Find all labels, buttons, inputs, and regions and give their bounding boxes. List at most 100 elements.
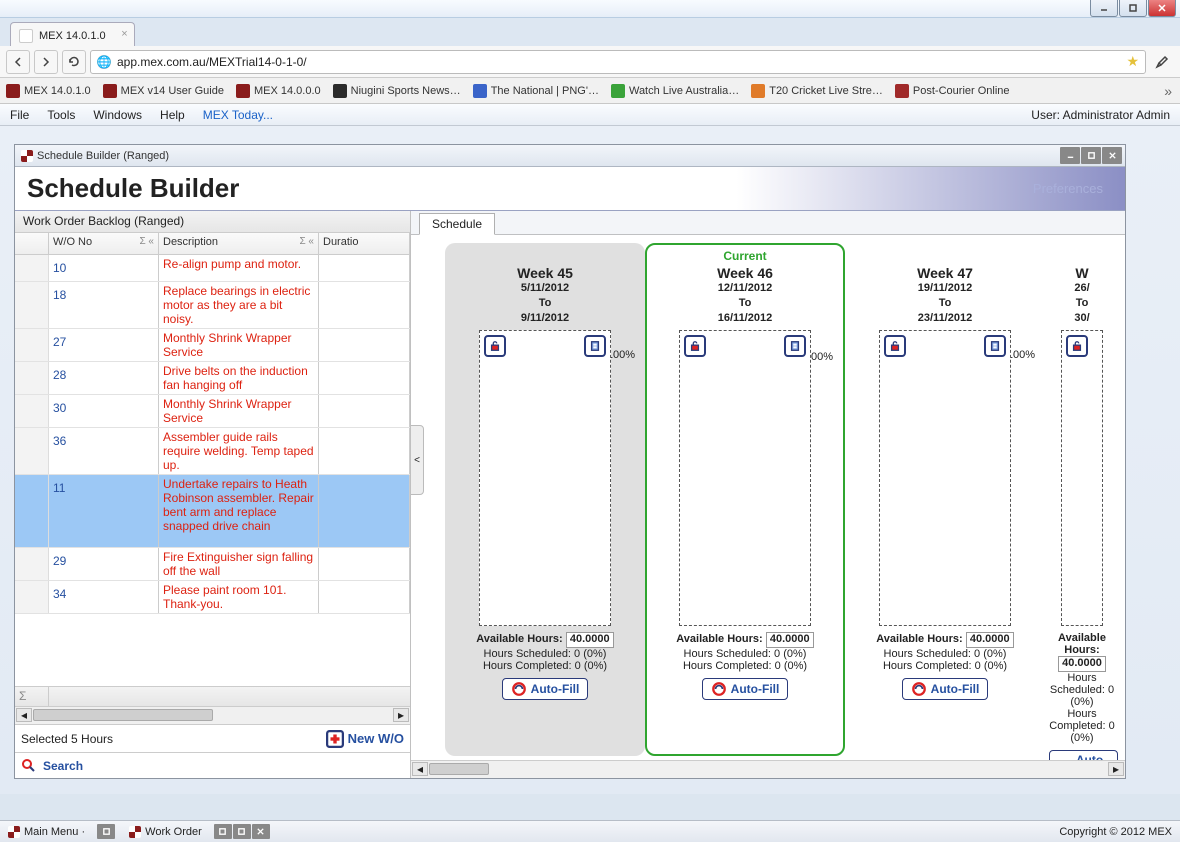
scroll-thumb[interactable]	[429, 763, 489, 775]
table-row[interactable]: 27Monthly Shrink Wrapper Service	[15, 329, 410, 362]
menu-mex-today[interactable]: MEX Today...	[203, 108, 273, 122]
bookmark-favicon	[103, 84, 117, 98]
table-row[interactable]: 11Undertake repairs to Heath Robinson as…	[15, 475, 410, 548]
column-header-gutter[interactable]	[15, 233, 49, 254]
os-minimize-button[interactable]	[1090, 0, 1118, 17]
menu-tools[interactable]: Tools	[47, 108, 75, 122]
unlock-icon[interactable]	[484, 335, 506, 357]
bookmark-star-icon[interactable]: ★	[1126, 53, 1139, 70]
column-header-description[interactable]: DescriptionΣ «	[159, 233, 319, 254]
back-button[interactable]	[6, 50, 30, 74]
bookmark-item[interactable]: Niugini Sports News…	[333, 84, 461, 98]
taskbar-item-main-menu[interactable]: Main Menu ·	[8, 824, 115, 839]
table-row[interactable]: 18Replace bearings in electric motor as …	[15, 282, 410, 329]
scroll-right-arrow[interactable]: ▸	[1108, 762, 1124, 776]
week-drop-area[interactable]	[479, 330, 611, 626]
hours-completed-label: Hours Completed: 0 (0%)	[651, 660, 839, 672]
os-close-button[interactable]	[1148, 0, 1176, 17]
bookmarks-overflow-icon[interactable]: »	[1164, 83, 1172, 99]
auto-fill-button[interactable]: Auto-Fill	[702, 678, 789, 700]
menu-windows[interactable]: Windows	[93, 108, 142, 122]
auto-fill-button[interactable]: Auto-Fill	[1049, 750, 1118, 760]
column-header-wo-no[interactable]: W/O NoΣ «	[49, 233, 159, 254]
unlock-icon[interactable]	[1066, 335, 1088, 357]
subwindow-maximize-button[interactable]	[1081, 147, 1101, 164]
row-gutter	[15, 329, 49, 361]
table-row[interactable]: 28Drive belts on the induction fan hangi…	[15, 362, 410, 395]
new-wo-button[interactable]: New W/O	[326, 730, 404, 748]
bookmark-label: MEX 14.0.0.0	[254, 85, 321, 97]
table-row[interactable]: 30Monthly Shrink Wrapper Service	[15, 395, 410, 428]
scroll-thumb[interactable]	[33, 709, 213, 721]
reload-button[interactable]	[62, 50, 86, 74]
unlock-icon[interactable]	[884, 335, 906, 357]
notes-icon[interactable]	[584, 335, 606, 357]
subwindow-titlebar[interactable]: Schedule Builder (Ranged)	[15, 145, 1125, 167]
unlock-icon[interactable]	[684, 335, 706, 357]
taskbar-label: Work Order	[145, 826, 202, 838]
auto-fill-button[interactable]: Auto-Fill	[502, 678, 589, 700]
week-card[interactable]: Week 455/11/2012To9/11/2012100%Available…	[445, 243, 645, 756]
available-hours-input[interactable]: 40.0000	[566, 632, 614, 648]
week-card[interactable]: CurrentWeek 4612/11/2012To16/11/2012100%…	[645, 243, 845, 756]
available-hours-input[interactable]: 40.0000	[966, 632, 1014, 648]
menu-file[interactable]: File	[10, 108, 29, 122]
row-gutter	[15, 282, 49, 328]
table-row[interactable]: 10Re-align pump and motor.	[15, 255, 410, 282]
address-bar[interactable]: 🌐 app.mex.com.au/MEXTrial14-0-1-0/ ★	[90, 50, 1146, 74]
forward-button[interactable]	[34, 50, 58, 74]
bookmark-item[interactable]: T20 Cricket Live Stre…	[751, 84, 883, 98]
bookmark-item[interactable]: MEX v14 User Guide	[103, 84, 224, 98]
subwindow-minimize-button[interactable]	[1060, 147, 1080, 164]
page-header: Schedule Builder Preferences	[15, 167, 1125, 211]
week-drop-area[interactable]	[1061, 330, 1103, 626]
week-drop-area[interactable]	[879, 330, 1011, 626]
week-nav-prev[interactable]	[417, 243, 445, 756]
taskbar-restore-button[interactable]	[97, 824, 115, 839]
bookmark-item[interactable]: The National | PNG'…	[473, 84, 599, 98]
week-dates: 12/11/2012To16/11/2012	[651, 281, 839, 326]
os-maximize-button[interactable]	[1119, 0, 1147, 17]
available-hours-input[interactable]: 40.0000	[766, 632, 814, 648]
tab-close-icon[interactable]: ×	[121, 28, 127, 40]
table-row[interactable]: 29Fire Extinguisher sign falling off the…	[15, 548, 410, 581]
bookmark-item[interactable]: MEX 14.0.1.0	[6, 84, 91, 98]
bookmark-label: MEX 14.0.1.0	[24, 85, 91, 97]
scroll-right-arrow[interactable]: ▸	[393, 708, 409, 722]
preferences-link[interactable]: Preferences	[1033, 181, 1103, 196]
week-card[interactable]: W26/To30/Available Hours: 40.0000Hours S…	[1045, 243, 1119, 756]
table-row[interactable]: 34Please paint room 101. Thank-you.	[15, 581, 410, 614]
table-row[interactable]: 36Assembler guide rails require welding.…	[15, 428, 410, 475]
bookmark-item[interactable]: Post-Courier Online	[895, 84, 1010, 98]
taskbar-item-work-order[interactable]: Work Order	[129, 824, 270, 839]
wo-number-cell: 36	[49, 428, 159, 474]
schedule-horizontal-scrollbar[interactable]: ◂ ▸	[411, 760, 1125, 778]
settings-wrench-icon[interactable]	[1150, 50, 1174, 74]
panel-collapse-handle[interactable]: <	[411, 425, 424, 495]
wo-duration-cell	[319, 475, 410, 547]
scroll-left-arrow[interactable]: ◂	[16, 708, 32, 722]
menu-help[interactable]: Help	[160, 108, 185, 122]
bookmark-item[interactable]: MEX 14.0.0.0	[236, 84, 321, 98]
available-hours-input[interactable]: 40.0000	[1058, 656, 1106, 672]
scroll-left-arrow[interactable]: ◂	[412, 762, 428, 776]
notes-icon[interactable]	[784, 335, 806, 357]
week-card[interactable]: Week 4719/11/2012To23/11/2012100%Availab…	[845, 243, 1045, 756]
bookmark-item[interactable]: Watch Live Australia…	[611, 84, 739, 98]
backlog-search-row[interactable]: Search	[15, 752, 410, 778]
column-sort-icon[interactable]: Σ «	[139, 236, 154, 247]
wo-description-cell: Monthly Shrink Wrapper Service	[159, 395, 319, 427]
taskbar-restore-button[interactable]	[214, 824, 232, 839]
column-header-duration[interactable]: Duratio	[319, 233, 410, 254]
week-drop-area[interactable]	[679, 330, 811, 626]
auto-fill-button[interactable]: Auto-Fill	[902, 678, 989, 700]
browser-tab[interactable]: MEX 14.0.1.0 ×	[10, 22, 135, 46]
bookmark-favicon	[6, 84, 20, 98]
subwindow-close-button[interactable]	[1102, 147, 1122, 164]
backlog-horizontal-scrollbar[interactable]: ◂ ▸	[15, 706, 410, 724]
notes-icon[interactable]	[984, 335, 1006, 357]
column-sort-icon[interactable]: Σ «	[299, 236, 314, 247]
tab-schedule[interactable]: Schedule	[419, 213, 495, 235]
taskbar-max-button[interactable]	[233, 824, 251, 839]
taskbar-close-button[interactable]	[252, 824, 270, 839]
